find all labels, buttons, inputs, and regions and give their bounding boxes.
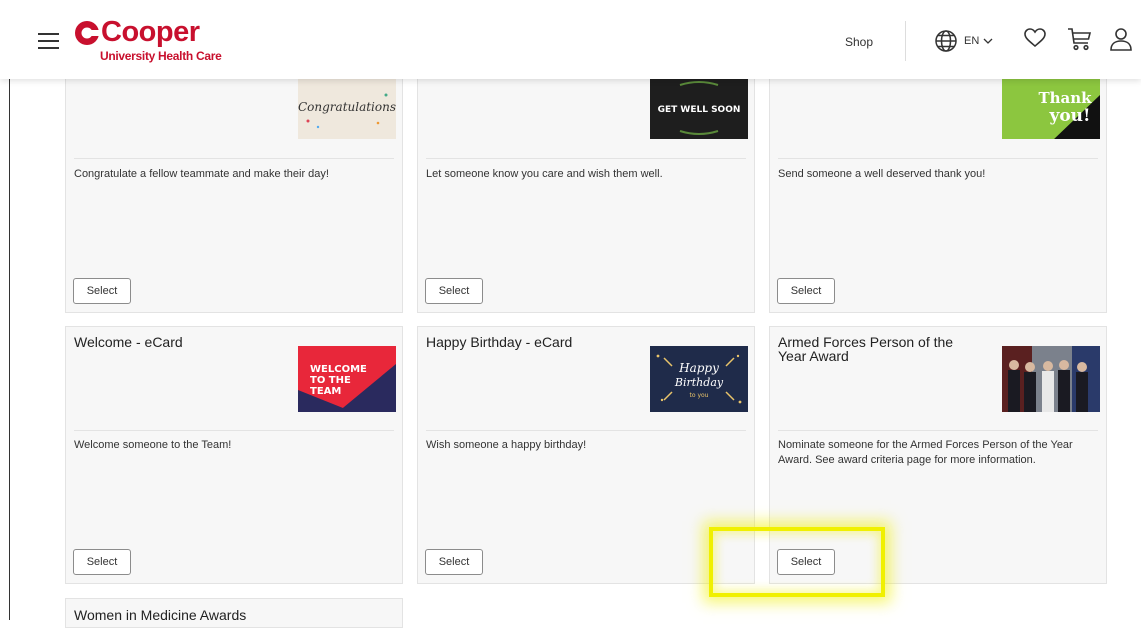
cooper-logo[interactable]: Cooper University Health Care: [74, 16, 224, 64]
select-button-thank-you[interactable]: Select: [777, 278, 835, 304]
get-well-soon-image-text: GET WELL SOON: [658, 105, 741, 115]
congratulations-image: Congratulations: [298, 75, 396, 139]
heart-icon[interactable]: [1023, 26, 1047, 50]
ecard-congratulations: Congratulations Congratulate a fellow te…: [65, 60, 403, 313]
happy-birthday-image-text-3: to you: [690, 392, 709, 399]
ecard-armed-forces-award: Armed Forces Person of the Year Award No…: [769, 326, 1107, 584]
ecard-grid: Congratulations Congratulate a fellow te…: [0, 0, 1141, 628]
select-button-welcome[interactable]: Select: [73, 549, 131, 575]
thank-you-image-text-1: Thank: [1038, 89, 1092, 107]
armed-forces-award-photo: [1002, 346, 1100, 412]
globe-icon: [935, 30, 957, 52]
card-title: Armed Forces Person of the Year Award: [778, 334, 954, 364]
hamburger-menu-icon[interactable]: [38, 33, 59, 49]
happy-birthday-image-text-2: Birthday: [674, 376, 724, 389]
select-button-armed-forces-award[interactable]: Select: [777, 549, 835, 575]
cart-icon[interactable]: [1066, 26, 1092, 52]
cooper-c-mark-icon: [75, 21, 100, 45]
site-header: Cooper University Health Care Shop EN: [0, 0, 1141, 79]
card-title: Welcome - eCard: [74, 334, 183, 350]
card-description: Nominate someone for the Armed Forces Pe…: [778, 439, 1073, 466]
card-divider: [778, 158, 1098, 159]
language-label: EN: [964, 35, 980, 47]
card-description: Let someone know you care and wish them …: [426, 168, 663, 180]
chevron-down-icon: [983, 38, 993, 44]
thank-you-image-text-2: you!: [1048, 106, 1090, 126]
happy-birthday-image: Happy Birthday to you: [650, 346, 748, 412]
card-description: Wish someone a happy birthday!: [426, 439, 587, 451]
card-divider: [778, 430, 1098, 431]
congratulations-image-text: Congratulations: [298, 100, 396, 114]
ecard-women-in-medicine: Women in Medicine Awards: [65, 598, 403, 628]
logo-subtitle: University Health Care: [100, 49, 222, 63]
welcome-image-text-1: WELCOME: [310, 364, 367, 375]
logo-wordmark: Cooper: [101, 16, 200, 48]
happy-birthday-image-text-1: Happy: [678, 361, 719, 375]
card-description: Send someone a well deserved thank you!: [778, 168, 986, 180]
welcome-image: WELCOME TO THE TEAM: [298, 346, 396, 412]
card-divider: [74, 430, 394, 431]
card-description: Congratulate a fellow teammate and make …: [74, 168, 329, 180]
welcome-image-text-3: TEAM: [310, 386, 341, 397]
card-divider: [426, 158, 746, 159]
card-description: Welcome someone to the Team!: [74, 439, 232, 451]
card-divider: [74, 158, 394, 159]
welcome-image-text-2: TO THE: [310, 375, 351, 386]
card-title: Happy Birthday - eCard: [426, 334, 573, 350]
nav-divider: [905, 21, 906, 61]
nav-shop-link[interactable]: Shop: [845, 35, 873, 49]
select-button-happy-birthday[interactable]: Select: [425, 549, 483, 575]
card-divider: [426, 430, 746, 431]
user-icon[interactable]: [1108, 26, 1134, 52]
ecard-happy-birthday: Happy Birthday - eCard Happy Birthday to…: [417, 326, 755, 584]
ecard-thank-you: Thank you! Send someone a well deserved …: [769, 60, 1107, 313]
select-button-get-well-soon[interactable]: Select: [425, 278, 483, 304]
get-well-soon-image: GET WELL SOON: [650, 75, 748, 139]
select-button-congratulations[interactable]: Select: [73, 278, 131, 304]
thank-you-image: Thank you!: [1002, 75, 1100, 139]
language-selector[interactable]: EN: [934, 29, 993, 53]
ecard-get-well-soon: GET WELL SOON Let someone know you care …: [417, 60, 755, 313]
ecard-welcome: Welcome - eCard WELCOME TO THE TEAM Welc…: [65, 326, 403, 584]
